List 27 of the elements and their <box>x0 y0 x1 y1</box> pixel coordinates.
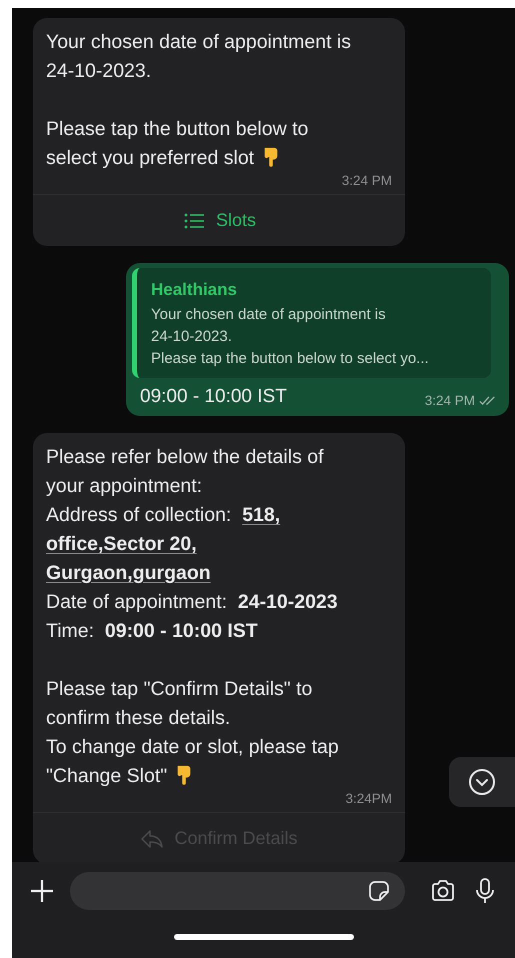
message-time: 3:24PM <box>345 791 392 806</box>
message-input-field[interactable] <box>70 872 405 910</box>
pointing-hand-icon <box>262 145 280 167</box>
quote-text: 24-10-2023. <box>151 327 233 347</box>
sticker-icon[interactable] <box>367 879 391 903</box>
message-text: Please refer below the details of your appointment: <box>46 446 324 497</box>
message-text: To change date or slot, please tap <box>46 736 339 758</box>
message-text: Date of appointment: 24-10-2023 <box>46 590 339 615</box>
message-text: 09:00 - 10:00 IST <box>140 386 287 408</box>
message-text: Time: 09:00 - 10:00 IST <box>46 619 259 644</box>
double-check-icon <box>479 395 497 406</box>
message-text: Your chosen date of appointment is 24-10-2023. <box>46 31 351 82</box>
quote-text: Please tap the button below to select yo... <box>151 349 430 369</box>
message-text: "Change Slot" <box>46 765 168 787</box>
message-text: select you preferred slot <box>46 147 254 169</box>
pointing-hand-icon <box>175 763 194 785</box>
chevron-down-icon <box>467 767 497 797</box>
scroll-down-button[interactable] <box>449 757 515 807</box>
message-time: 3:24 PM <box>424 393 475 408</box>
quote-text: Your chosen date of appointment is <box>151 305 387 325</box>
quote-author: Healthians <box>151 280 238 300</box>
plus-icon[interactable] <box>28 877 56 905</box>
message-text: Please tap "Confirm Details" to confirm these details. <box>46 678 312 729</box>
message-time: 3:24 PM <box>342 173 392 188</box>
message-text: Address of collection: 518, office,Sector 20, Gurgaon,gurgaon <box>46 503 282 586</box>
reply-option-button[interactable]: Slots <box>33 194 405 246</box>
message-text: Please tap the button below to <box>46 118 308 140</box>
